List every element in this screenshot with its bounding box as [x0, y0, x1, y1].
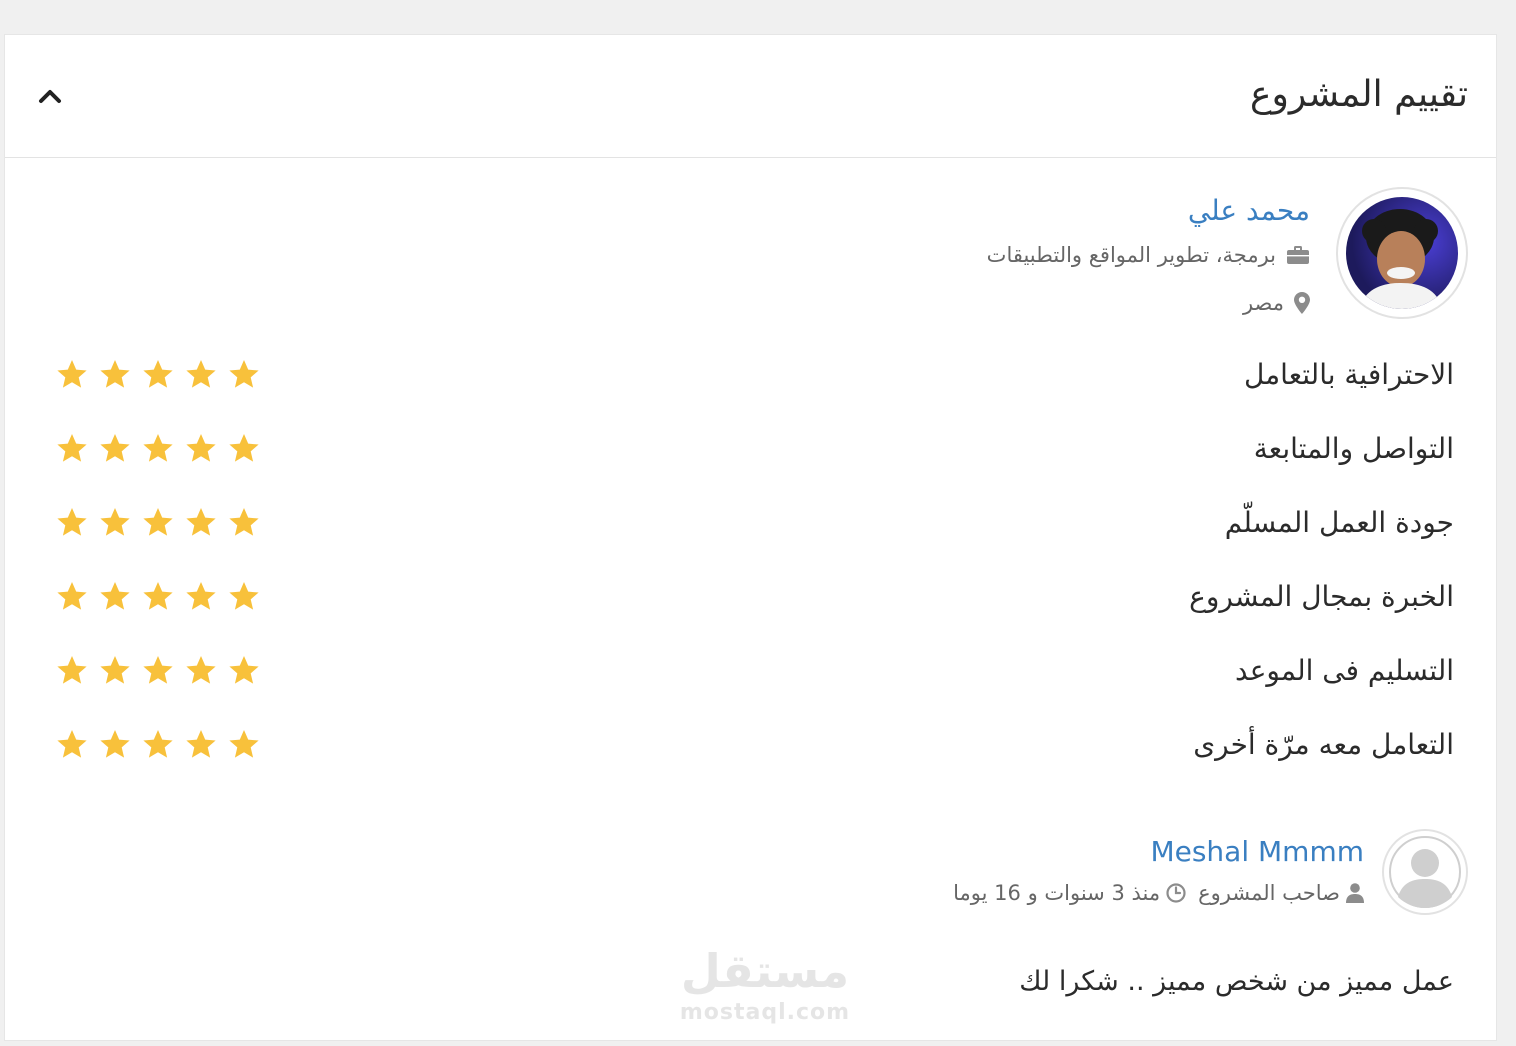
star-icon [186, 360, 216, 388]
rating-label: التعامل معه مرّة أخرى [1193, 728, 1454, 761]
star-icon [57, 360, 87, 388]
star-icon [186, 656, 216, 684]
watermark-arabic: مستقل [680, 944, 850, 998]
star-icon [143, 730, 173, 758]
reviewer-role-text: صاحب المشروع [1198, 881, 1340, 905]
star-icon [57, 656, 87, 684]
star-icon [229, 434, 259, 462]
star-icon [57, 508, 87, 536]
rating-label: الخبرة بمجال المشروع [1189, 580, 1454, 613]
star-icon [143, 360, 173, 388]
freelancer-skills: برمجة، تطوير المواقع والتطبيقات [987, 240, 1310, 270]
star-icon [100, 582, 130, 610]
star-icon [57, 582, 87, 610]
default-user-avatar-icon [1389, 836, 1461, 908]
map-marker-icon [1294, 292, 1310, 314]
rating-stars [55, 506, 261, 540]
rating-row: الاحترافية بالتعامل [5, 350, 1496, 400]
star-icon [100, 434, 130, 462]
reviewer-role: صاحب المشروع [1198, 878, 1364, 908]
star-icon [57, 434, 87, 462]
star-icon [100, 360, 130, 388]
freelancer-country: مصر [1243, 288, 1310, 318]
rating-label: التواصل والمتابعة [1253, 432, 1454, 465]
star-icon [100, 656, 130, 684]
freelancer-name-link[interactable]: محمد علي [1188, 191, 1310, 231]
collapse-button[interactable] [33, 79, 67, 113]
star-icon [229, 508, 259, 536]
rating-stars [55, 358, 261, 392]
rating-row: التعامل معه مرّة أخرى [5, 720, 1496, 770]
star-icon [100, 730, 130, 758]
clock-icon [1166, 883, 1186, 903]
review-text: عمل مميز من شخص مميز .. شكرا لك [1019, 966, 1454, 997]
star-icon [143, 656, 173, 684]
star-icon [143, 582, 173, 610]
star-icon [143, 434, 173, 462]
card-header: تقييم المشروع [5, 35, 1496, 158]
star-icon [229, 360, 259, 388]
star-icon [186, 582, 216, 610]
reviewer-name-link[interactable]: Meshal Mmmm [1150, 832, 1364, 872]
mostaql-watermark: مستقل mostaql.com [665, 943, 865, 1035]
project-rating-card: تقييم المشروع محمد علي برمجة، تطوير المو… [4, 34, 1497, 1041]
rating-row: التواصل والمتابعة [5, 424, 1496, 474]
rating-stars [55, 580, 261, 614]
rating-label: الاحترافية بالتعامل [1243, 358, 1454, 391]
section-title: تقييم المشروع [1250, 74, 1468, 115]
briefcase-icon [1287, 246, 1309, 264]
reviewer-meta: صاحب المشروع منذ 3 سنوات و 16 يوما [953, 878, 1364, 908]
star-icon [186, 730, 216, 758]
rating-row: التسليم فى الموعد [5, 646, 1496, 696]
star-icon [100, 508, 130, 536]
chevron-up-icon [39, 90, 61, 103]
star-icon [229, 656, 259, 684]
star-icon [229, 730, 259, 758]
review-time-text: منذ 3 سنوات و 16 يوما [953, 881, 1161, 905]
star-icon [57, 730, 87, 758]
skills-text: برمجة، تطوير المواقع والتطبيقات [986, 243, 1276, 267]
freelancer-photo [1360, 209, 1442, 309]
rating-stars [55, 728, 261, 762]
rating-row: جودة العمل المسلّم [5, 498, 1496, 548]
star-icon [143, 508, 173, 536]
rating-label: التسليم فى الموعد [1235, 654, 1454, 687]
country-text: مصر [1242, 291, 1284, 315]
reviewer-avatar[interactable] [1382, 829, 1468, 915]
rating-stars [55, 654, 261, 688]
star-icon [186, 508, 216, 536]
star-icon [186, 434, 216, 462]
watermark-latin: mostaql.com [679, 1000, 851, 1025]
rating-row: الخبرة بمجال المشروع [5, 572, 1496, 622]
rating-stars [55, 432, 261, 466]
rating-label: جودة العمل المسلّم [1224, 506, 1454, 539]
star-icon [229, 582, 259, 610]
review-time: منذ 3 سنوات و 16 يوما [953, 878, 1186, 908]
freelancer-avatar[interactable] [1336, 187, 1468, 319]
user-icon [1346, 883, 1364, 903]
